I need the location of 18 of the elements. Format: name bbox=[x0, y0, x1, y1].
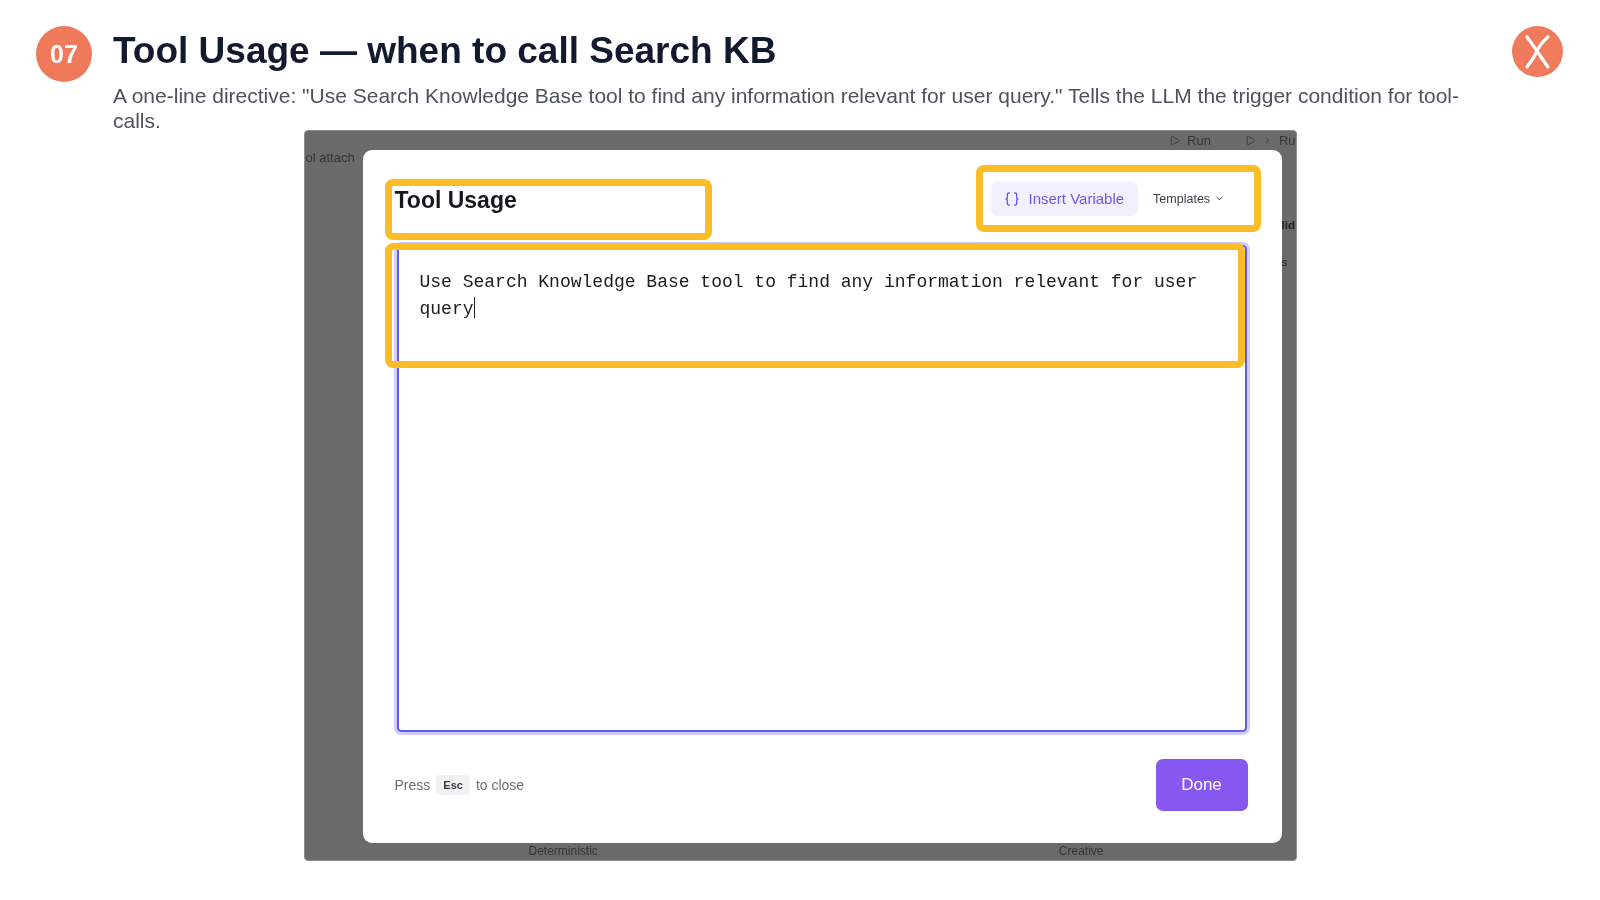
done-button[interactable]: Done bbox=[1155, 759, 1248, 811]
hint-text: to close bbox=[475, 777, 525, 793]
templates-dropdown[interactable]: Templates bbox=[1153, 191, 1226, 206]
panel-text: s bbox=[1281, 255, 1288, 270]
braces-icon bbox=[1003, 190, 1020, 207]
insert-variable-button[interactable]: Insert Variable bbox=[990, 181, 1139, 216]
panel-text: lid bbox=[1281, 218, 1295, 233]
logo-icon bbox=[1512, 26, 1563, 77]
slide-title: Tool Usage — when to call Search KB bbox=[113, 29, 777, 73]
hint-text: Press bbox=[394, 777, 431, 793]
dialog-title: Tool Usage bbox=[394, 186, 517, 214]
play-icon bbox=[1169, 134, 1180, 146]
text-cursor-icon bbox=[473, 297, 475, 318]
prompt-editor[interactable]: Use Search Knowledge Base tool to find any information relevant for user query bbox=[393, 242, 1250, 735]
play-icon bbox=[1244, 134, 1256, 146]
slide-number-badge: 07 bbox=[36, 26, 92, 82]
slide-subtitle: A one-line directive: "Use Search Knowledge Base tool to find any information relevant for user query." Tells the LLM the trigger condition for tool-calls. bbox=[113, 83, 1461, 133]
keyboard-key: Esc bbox=[436, 775, 470, 795]
